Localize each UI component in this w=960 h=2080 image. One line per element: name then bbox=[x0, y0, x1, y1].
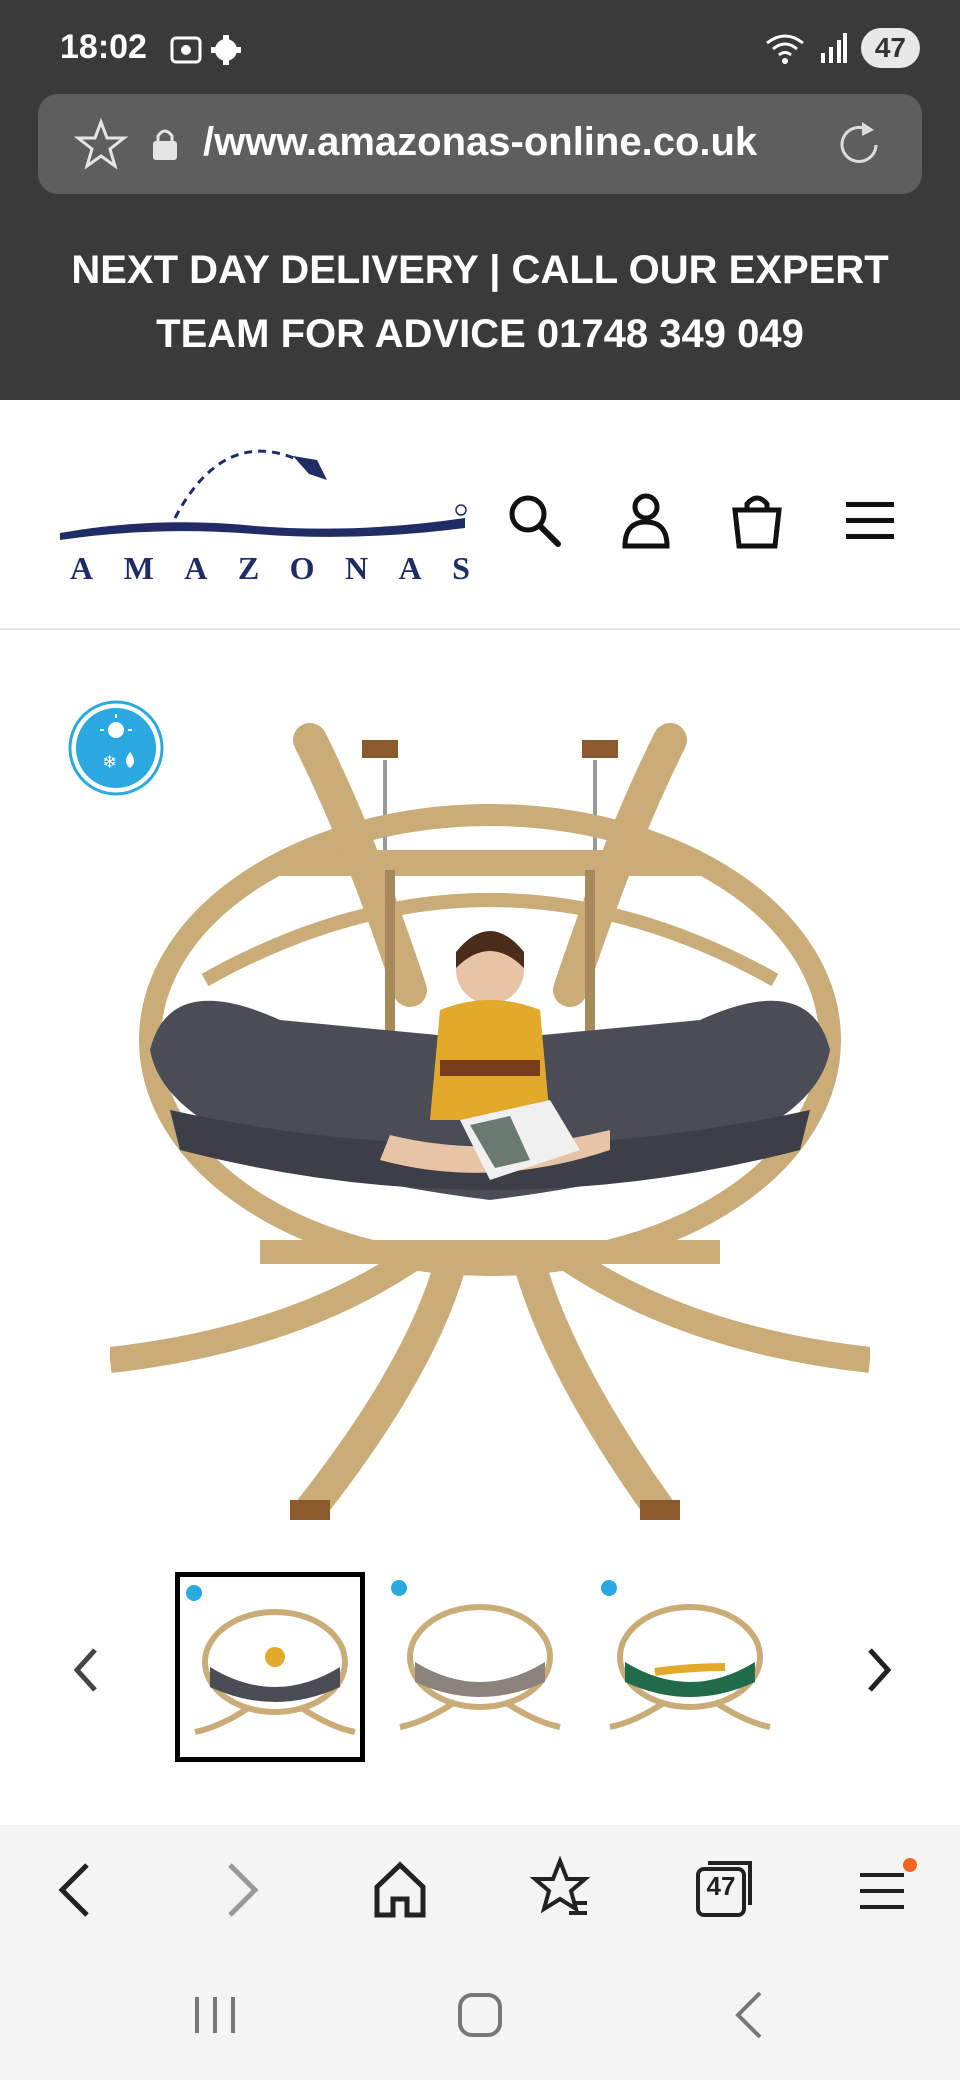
lock-icon bbox=[153, 129, 177, 160]
amazonas-logo[interactable]: A M A Z O N A S bbox=[55, 438, 475, 598]
logo-letter: S bbox=[452, 550, 470, 586]
browser-bottom-nav: 47 bbox=[0, 1825, 960, 1955]
chevron-right-icon[interactable] bbox=[860, 1640, 900, 1700]
app: 18:02 47 /www.amazonas-online.co.uk NEXT… bbox=[0, 0, 960, 2080]
thumbnail-image bbox=[186, 1585, 356, 1735]
star-icon[interactable] bbox=[74, 118, 128, 172]
tab-count: 47 bbox=[706, 1871, 736, 1901]
thumbnail-image bbox=[601, 1580, 771, 1730]
logo-letter: A bbox=[184, 550, 208, 586]
screenshot-icon bbox=[170, 36, 202, 64]
promo-line-2: TEAM FOR ADVICE 01748 349 049 bbox=[156, 312, 804, 356]
account-icon[interactable] bbox=[616, 490, 676, 550]
home-icon[interactable] bbox=[365, 1855, 435, 1925]
thumbnail-1[interactable] bbox=[175, 1572, 365, 1762]
signal-icon bbox=[820, 33, 847, 63]
status-right: 47 bbox=[765, 28, 920, 68]
reload-icon[interactable] bbox=[832, 118, 886, 172]
forward-icon[interactable] bbox=[205, 1855, 275, 1925]
menu-icon[interactable] bbox=[840, 490, 900, 550]
tabs-button[interactable]: 47 bbox=[690, 1855, 760, 1925]
recent-apps-icon[interactable] bbox=[185, 1985, 245, 2045]
thumbnail-image bbox=[391, 1580, 561, 1730]
status-bar: 18:02 47 bbox=[0, 0, 960, 96]
logo-letter: A bbox=[70, 550, 94, 586]
promo-banner: NEXT DAY DELIVERY | CALL OUR EXPERT TEAM… bbox=[0, 238, 960, 366]
home-circle-icon[interactable] bbox=[450, 1985, 510, 2045]
logo-letter: A bbox=[398, 550, 422, 586]
thumbnail-2[interactable] bbox=[385, 1572, 575, 1762]
chevron-left-icon[interactable] bbox=[65, 1640, 105, 1700]
cart-icon[interactable] bbox=[727, 490, 787, 550]
back-icon[interactable] bbox=[42, 1855, 112, 1925]
logo-letter: Z bbox=[237, 550, 260, 586]
logo-wordmark: A M A Z O N A S bbox=[70, 550, 470, 587]
site-header: A M A Z O N A S bbox=[0, 400, 960, 630]
menu-icon[interactable] bbox=[850, 1855, 920, 1925]
product-main-image[interactable] bbox=[110, 720, 870, 1550]
address-bar[interactable]: /www.amazonas-online.co.uk bbox=[38, 94, 922, 194]
thumbnail-3[interactable] bbox=[595, 1572, 785, 1762]
address-url[interactable]: /www.amazonas-online.co.uk bbox=[203, 120, 863, 165]
logo-letter: O bbox=[289, 550, 315, 586]
system-nav-bar bbox=[0, 1955, 960, 2080]
thumbnail-carousel bbox=[0, 1570, 960, 1770]
promo-line-1: NEXT DAY DELIVERY | CALL OUR EXPERT bbox=[71, 248, 889, 292]
status-time: 18:02 bbox=[60, 28, 147, 66]
wifi-icon bbox=[765, 34, 804, 64]
logo-letter: M bbox=[123, 550, 154, 586]
logo-letter: N bbox=[345, 550, 369, 586]
logo-graphic bbox=[60, 449, 467, 540]
settings-gear-icon bbox=[211, 35, 241, 65]
battery-indicator: 47 bbox=[860, 28, 920, 68]
search-icon[interactable] bbox=[504, 490, 564, 550]
bookmarks-icon[interactable] bbox=[525, 1855, 595, 1925]
system-back-icon[interactable] bbox=[720, 1985, 780, 2045]
